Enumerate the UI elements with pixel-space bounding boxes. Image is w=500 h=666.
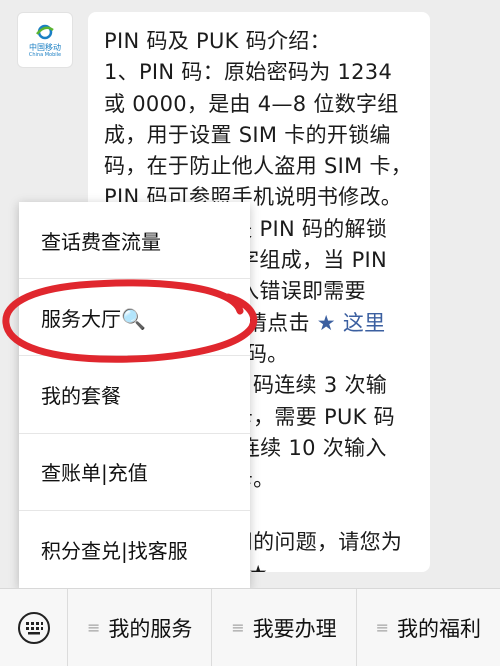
china-mobile-logo-icon bbox=[36, 24, 54, 40]
tab-i-want-to-handle[interactable]: ≡ 我要办理 bbox=[212, 588, 357, 666]
menu-item-service-hall[interactable]: 服务大厅🔍 bbox=[19, 279, 250, 357]
tab-label: 我要办理 bbox=[252, 616, 337, 641]
menu-item-my-plan[interactable]: 我的套餐 bbox=[19, 356, 250, 434]
chat-area: 中国移动 China Mobile PIN 码及 PUK 码介绍： 1、PIN … bbox=[0, 0, 500, 588]
menu-item-bill-recharge[interactable]: 查账单|充值 bbox=[19, 434, 250, 511]
service-popup-menu: 查话费查流量 服务大厅🔍 我的套餐 查账单|充值 积分查兑|找客服 bbox=[19, 202, 250, 588]
message-line: 成，用于设置 SIM 卡的开锁编 bbox=[104, 122, 391, 147]
message-line: 或 0000，是由 4—8 位数字组 bbox=[104, 91, 399, 116]
account-avatar[interactable]: 中国移动 China Mobile bbox=[17, 12, 73, 68]
message-line: 1、PIN 码：原始密码为 1234 bbox=[104, 60, 393, 85]
logo-text-en: China Mobile bbox=[28, 52, 62, 58]
menu-item-bill-traffic[interactable]: 查话费查流量 bbox=[19, 202, 250, 280]
menu-lines-icon: ≡ bbox=[375, 618, 390, 637]
puk-query-link[interactable]: ★ 这里 bbox=[317, 311, 386, 335]
keyboard-icon bbox=[17, 611, 50, 644]
menu-lines-icon: ≡ bbox=[231, 618, 245, 637]
logo-text-cn: 中国移动 bbox=[29, 43, 61, 52]
keyboard-toggle-button[interactable] bbox=[0, 588, 68, 666]
message-line: PIN 码及 PUK 码介绍： bbox=[104, 29, 331, 53]
bottom-menu-bar: ≡ 我的服务 ≡ 我要办理 ≡ 我的福利 bbox=[0, 588, 500, 666]
tab-label: 我的福利 bbox=[397, 616, 482, 641]
menu-lines-icon: ≡ bbox=[86, 618, 101, 637]
tab-my-benefits[interactable]: ≡ 我的福利 bbox=[357, 589, 500, 666]
message-line: 码，在于防止他人盗用 SIM 卡， bbox=[104, 154, 413, 179]
tab-my-services[interactable]: ≡ 我的服务 bbox=[68, 588, 213, 666]
tab-label: 我的服务 bbox=[108, 616, 193, 641]
menu-item-points-service[interactable]: 积分查兑|找客服 bbox=[19, 511, 250, 588]
